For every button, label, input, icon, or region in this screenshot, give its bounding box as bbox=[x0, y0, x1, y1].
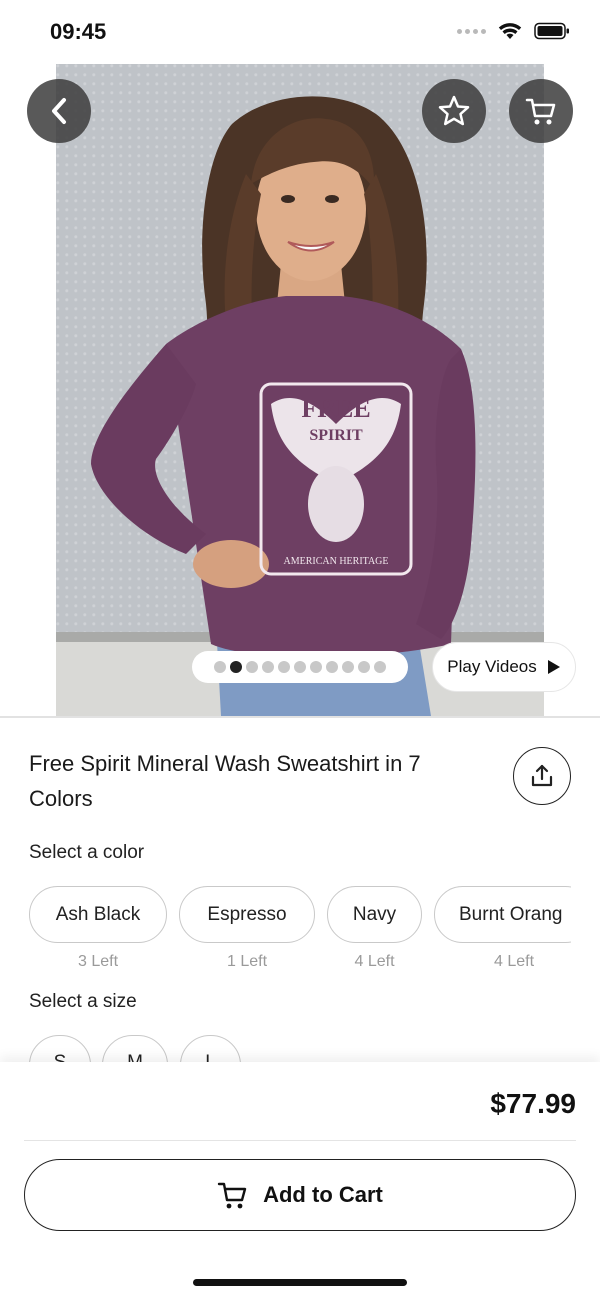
pager-dot[interactable] bbox=[278, 661, 290, 673]
status-bar: 09:45 bbox=[0, 0, 600, 64]
share-icon bbox=[531, 764, 553, 787]
pager-dot[interactable] bbox=[358, 661, 370, 673]
product-price: $77.99 bbox=[490, 1088, 576, 1119]
product-gallery[interactable]: FREE SPIRIT AMERICAN HERITAGE Play Video… bbox=[0, 64, 600, 716]
color-pill[interactable]: Burnt Orang bbox=[434, 886, 571, 943]
pager-dot[interactable] bbox=[342, 661, 354, 673]
checkout-bar: $77.99 Add to Cart bbox=[0, 1062, 600, 1299]
size-options: S M L bbox=[29, 1035, 589, 1065]
status-icons bbox=[457, 22, 570, 40]
pager-dot-active[interactable] bbox=[230, 661, 242, 673]
color-option-ash-black[interactable]: Ash Black 3 Left bbox=[29, 886, 167, 971]
chevron-left-icon bbox=[52, 98, 66, 124]
play-videos-button[interactable]: Play Videos bbox=[432, 642, 576, 692]
select-color-label: Select a color bbox=[29, 842, 145, 863]
pager-dot[interactable] bbox=[310, 661, 322, 673]
cart-button[interactable] bbox=[509, 79, 573, 143]
play-videos-label: Play Videos bbox=[447, 657, 537, 676]
add-to-cart-button[interactable]: Add to Cart bbox=[24, 1159, 576, 1231]
size-option-l[interactable]: L bbox=[180, 1035, 241, 1065]
stock-count: 4 Left bbox=[354, 953, 395, 970]
cart-icon bbox=[217, 1182, 247, 1209]
play-icon bbox=[547, 660, 560, 674]
share-button[interactable] bbox=[513, 747, 571, 805]
divider bbox=[0, 716, 600, 718]
cellular-signal-icon bbox=[457, 28, 486, 34]
color-pill[interactable]: Navy bbox=[327, 886, 422, 943]
color-pill[interactable]: Espresso bbox=[179, 886, 315, 943]
product-title: Free Spirit Mineral Wash Sweatshirt in 7… bbox=[29, 751, 421, 811]
stock-count: 3 Left bbox=[77, 953, 119, 970]
graphic-free-text: FREE bbox=[301, 394, 370, 423]
star-icon bbox=[438, 95, 470, 126]
back-button[interactable] bbox=[27, 79, 91, 143]
graphic-spirit-text: SPIRIT bbox=[309, 427, 363, 444]
add-to-cart-label: Add to Cart bbox=[263, 1182, 383, 1207]
color-option-espresso[interactable]: Espresso 1 Left bbox=[179, 886, 315, 971]
stock-count: 4 Left bbox=[493, 953, 535, 970]
pager-dot[interactable] bbox=[214, 661, 226, 673]
pager-dot[interactable] bbox=[246, 661, 258, 673]
stock-count: 1 Left bbox=[226, 953, 268, 970]
gallery-pager[interactable] bbox=[192, 651, 408, 683]
cart-icon bbox=[525, 98, 556, 125]
color-pill[interactable]: Ash Black bbox=[29, 886, 167, 943]
product-photo: FREE SPIRIT AMERICAN HERITAGE bbox=[56, 64, 544, 716]
select-size-label: Select a size bbox=[29, 991, 137, 1012]
battery-icon bbox=[534, 22, 569, 40]
color-options: Ash Black 3 Left Espresso 1 Left Navy 4 … bbox=[29, 886, 571, 976]
pager-dot[interactable] bbox=[294, 661, 306, 673]
color-option-burnt-orange[interactable]: Burnt Orang 4 Left bbox=[434, 886, 571, 971]
size-option-s[interactable]: S bbox=[29, 1035, 91, 1065]
color-option-navy[interactable]: Navy 4 Left bbox=[327, 886, 422, 971]
pager-dot[interactable] bbox=[374, 661, 386, 673]
status-time: 09:45 bbox=[50, 19, 107, 44]
graphic-heritage-text: AMERICAN HERITAGE bbox=[283, 556, 388, 567]
favorite-button[interactable] bbox=[422, 79, 486, 143]
wifi-icon bbox=[498, 23, 522, 39]
home-indicator[interactable] bbox=[193, 1279, 407, 1286]
pager-dot[interactable] bbox=[326, 661, 338, 673]
divider bbox=[24, 1140, 576, 1141]
size-option-m[interactable]: M bbox=[102, 1035, 168, 1065]
pager-dot[interactable] bbox=[262, 661, 274, 673]
